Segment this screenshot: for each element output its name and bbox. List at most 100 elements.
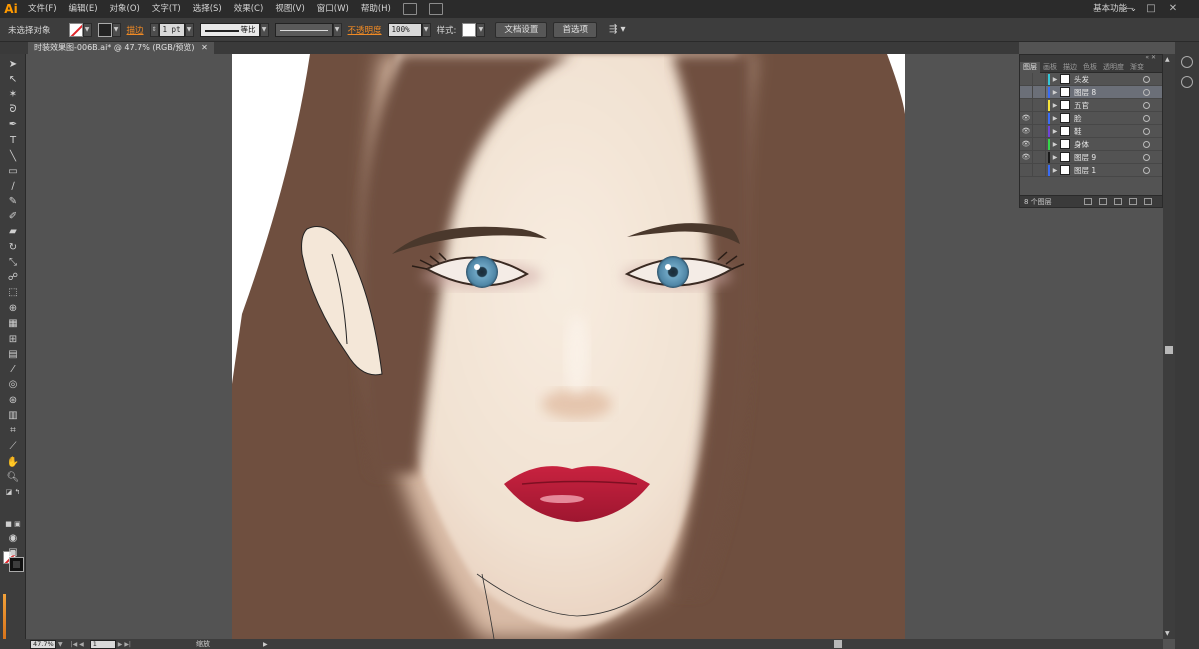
tab-gradient[interactable]: 渐变 bbox=[1127, 62, 1147, 73]
warp-tool-icon[interactable]: ☍ bbox=[5, 271, 21, 284]
lock-toggle[interactable] bbox=[1032, 85, 1046, 99]
layer-name[interactable]: 五官 bbox=[1074, 100, 1143, 111]
target-circle-icon[interactable] bbox=[1143, 140, 1150, 148]
fill-swatch[interactable] bbox=[68, 22, 83, 37]
tab-layers[interactable]: 图层 bbox=[1020, 61, 1040, 73]
tab-stroke[interactable]: 描边 bbox=[1060, 62, 1080, 73]
pencil-icon[interactable]: ✎ bbox=[5, 195, 21, 208]
brush-definition[interactable]: ▼ bbox=[274, 22, 342, 38]
horizontal-scrollbar[interactable] bbox=[273, 640, 1163, 648]
chevron-down-icon[interactable]: ▼ bbox=[259, 22, 269, 37]
layer-row[interactable]: ▶ 五官 bbox=[1020, 98, 1162, 112]
menu-type[interactable]: 文字(T) bbox=[146, 0, 187, 18]
target-circle-icon[interactable] bbox=[1143, 153, 1150, 161]
layer-name[interactable]: 头发 bbox=[1074, 74, 1143, 85]
scroll-down-icon[interactable]: ▼ bbox=[1165, 630, 1170, 637]
stroke-swatch[interactable] bbox=[97, 22, 112, 37]
shape-builder-icon[interactable]: ⊕ bbox=[5, 302, 21, 315]
vertical-scroll-thumb[interactable] bbox=[1165, 346, 1173, 354]
horizontal-scroll-thumb[interactable] bbox=[833, 640, 842, 648]
layer-row[interactable]: 👁 ▶ 脸 bbox=[1020, 111, 1162, 125]
chevron-down-icon[interactable]: ▼ bbox=[184, 22, 194, 37]
hand-tool-icon[interactable]: ✋ bbox=[5, 456, 21, 469]
lock-toggle[interactable] bbox=[1032, 137, 1046, 151]
layer-row[interactable]: 👁 ▶ 图层 9 bbox=[1020, 150, 1162, 164]
document-setup-button[interactable]: 文档设置 bbox=[495, 21, 548, 38]
tab-artboards[interactable]: 画板 bbox=[1040, 62, 1060, 73]
layer-row[interactable]: ▶ 图层 1 bbox=[1020, 163, 1162, 177]
swap-colors-icon[interactable]: ◪ ↰ bbox=[5, 486, 21, 499]
chevron-down-icon[interactable]: ▼ bbox=[332, 22, 342, 37]
vertical-scrollbar[interactable]: ▲ ▼ bbox=[1163, 54, 1175, 639]
menu-object[interactable]: 对象(O) bbox=[104, 0, 146, 18]
opacity-link[interactable]: 不透明度 bbox=[348, 22, 382, 38]
target-circle-icon[interactable] bbox=[1143, 101, 1150, 109]
visibility-eye-icon[interactable]: 👁 bbox=[1020, 140, 1032, 148]
variable-width-profile[interactable]: 等比 ▼ bbox=[199, 22, 269, 38]
color-guide-icon[interactable] bbox=[1181, 56, 1193, 68]
minimize-icon[interactable]: — bbox=[1119, 0, 1139, 18]
locate-object-icon[interactable] bbox=[1084, 198, 1092, 205]
slice-tool-icon[interactable]: ⟋ bbox=[5, 440, 21, 453]
chevron-down-icon[interactable]: ▼ bbox=[82, 22, 92, 37]
line-tool-icon[interactable]: ╲ bbox=[5, 150, 21, 163]
layer-name[interactable]: 身体 bbox=[1074, 139, 1143, 150]
blend-tool-icon[interactable]: ◎ bbox=[5, 378, 21, 391]
scale-tool-icon[interactable]: ⤡ bbox=[5, 256, 21, 269]
layer-name[interactable]: 脸 bbox=[1074, 113, 1143, 124]
perspective-grid-icon[interactable]: ▦ bbox=[5, 317, 21, 330]
navigator-icon[interactable] bbox=[1181, 76, 1193, 88]
symbol-sprayer-icon[interactable]: ⊛ bbox=[5, 394, 21, 407]
expand-triangle-icon[interactable]: ▶ bbox=[1050, 167, 1060, 174]
first-page-icon[interactable]: |◀ ◀ bbox=[71, 641, 84, 648]
fill-control[interactable]: ▼ bbox=[68, 22, 92, 38]
selection-tool-icon[interactable]: ➤ bbox=[5, 58, 21, 71]
style-control[interactable]: ▼ bbox=[462, 22, 486, 38]
lock-toggle[interactable] bbox=[1032, 111, 1046, 125]
canvas-area[interactable] bbox=[26, 54, 1163, 639]
type-tool-icon[interactable]: T bbox=[5, 134, 21, 147]
target-circle-icon[interactable] bbox=[1143, 114, 1150, 122]
layer-row[interactable]: ▶ 头发 bbox=[1020, 72, 1162, 86]
layer-name[interactable]: 鞋 bbox=[1074, 126, 1143, 137]
opacity-control[interactable]: 100% ▼ bbox=[387, 22, 431, 38]
lasso-icon[interactable]: ᘐ bbox=[5, 103, 21, 116]
new-layer-icon[interactable] bbox=[1129, 198, 1137, 205]
zoom-field[interactable]: 47.7% bbox=[30, 639, 56, 649]
layer-row[interactable]: 👁 ▶ 鞋 bbox=[1020, 124, 1162, 138]
bridge-icon[interactable] bbox=[402, 3, 417, 15]
pen-tool-icon[interactable]: ✒ bbox=[5, 118, 21, 131]
magic-wand-icon[interactable]: ✶ bbox=[5, 88, 21, 101]
mesh-tool-icon[interactable]: ⊞ bbox=[5, 333, 21, 346]
expand-triangle-icon[interactable]: ▶ bbox=[1050, 102, 1060, 109]
column-graph-icon[interactable]: ▥ bbox=[5, 409, 21, 422]
visibility-eye-icon[interactable]: 👁 bbox=[1020, 127, 1032, 135]
artboard[interactable] bbox=[232, 54, 905, 639]
align-options-icon[interactable]: ⇶ ▾ bbox=[609, 22, 626, 38]
stroke-link[interactable]: 描边 bbox=[127, 22, 144, 38]
tab-swatches[interactable]: 色板 bbox=[1080, 62, 1100, 73]
gradient-tool-icon[interactable]: ▤ bbox=[5, 348, 21, 361]
chevron-down-icon[interactable]: ▼ bbox=[476, 22, 486, 37]
menu-view[interactable]: 视图(V) bbox=[269, 0, 310, 18]
zoom-tool-icon[interactable]: 🔍︎ bbox=[5, 471, 21, 484]
chevron-down-icon[interactable]: ▼ bbox=[111, 22, 121, 37]
rectangle-tool-icon[interactable]: ▭ bbox=[5, 165, 21, 178]
lock-toggle[interactable] bbox=[1032, 150, 1046, 164]
expand-triangle-icon[interactable]: ▶ bbox=[1050, 89, 1060, 96]
brush-preview[interactable] bbox=[274, 22, 333, 37]
expand-triangle-icon[interactable]: ▶ bbox=[1050, 154, 1060, 161]
zoom-chevron-icon[interactable]: ▼ bbox=[58, 641, 63, 648]
direct-selection-tool-icon[interactable]: ↖ bbox=[5, 73, 21, 86]
draw-mode-icon[interactable]: ◉ bbox=[5, 532, 21, 545]
target-circle-icon[interactable] bbox=[1143, 166, 1150, 174]
menu-select[interactable]: 选择(S) bbox=[187, 0, 228, 18]
visibility-eye-icon[interactable]: 👁 bbox=[1020, 153, 1032, 161]
status-menu-icon[interactable]: ▶ bbox=[263, 641, 268, 648]
eyedropper-icon[interactable]: ⁄ bbox=[5, 363, 21, 376]
document-tab[interactable]: 时装效果图-006B.ai* @ 47.7% (RGB/预览) ✕ bbox=[28, 42, 214, 54]
target-circle-icon[interactable] bbox=[1143, 75, 1150, 83]
page-field[interactable]: 1 bbox=[89, 639, 116, 649]
target-circle-icon[interactable] bbox=[1143, 88, 1150, 96]
stroke-control[interactable]: ▼ bbox=[97, 22, 121, 38]
